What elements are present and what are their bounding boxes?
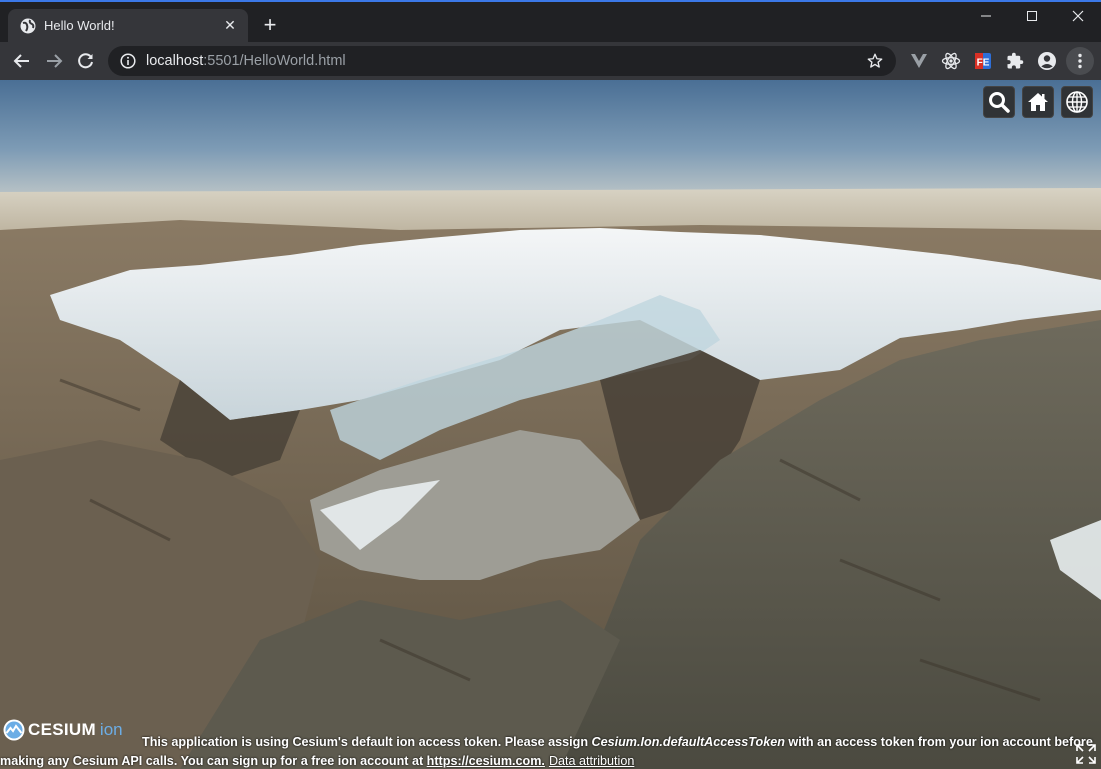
credit-line2-prefix: making any Cesium API calls. You can sig… xyxy=(0,754,427,768)
credit-line1-suffix: with an access token from your ion accou… xyxy=(784,735,1093,749)
vue-devtools-icon[interactable] xyxy=(907,49,931,73)
tab-title: Hello World! xyxy=(44,18,115,33)
more-vertical-icon xyxy=(1078,53,1082,69)
arrow-left-icon xyxy=(13,54,29,68)
new-tab-button[interactable]: + xyxy=(258,14,282,38)
home-icon xyxy=(1028,93,1048,111)
cesium-logo-icon xyxy=(3,719,25,741)
credit-line-1: This application is using Cesium's defau… xyxy=(142,732,1093,752)
minimize-button[interactable] xyxy=(963,0,1009,32)
tab-hello-world[interactable]: Hello World! ✕ xyxy=(8,9,248,42)
browser-toolbar: localhost:5501/HelloWorld.html FE xyxy=(0,42,1101,80)
reload-button[interactable] xyxy=(72,47,100,75)
search-icon xyxy=(989,92,1010,113)
address-bar[interactable]: localhost:5501/HelloWorld.html xyxy=(108,46,896,76)
scene-mode-button[interactable] xyxy=(1061,86,1093,118)
globe-icon xyxy=(1066,91,1088,113)
data-attribution-link[interactable]: Data attribution xyxy=(549,754,634,768)
credit-line-2: making any Cesium API calls. You can sig… xyxy=(0,751,634,769)
react-devtools-icon[interactable] xyxy=(939,49,963,73)
home-view-button[interactable] xyxy=(1022,86,1054,118)
terrain-scene[interactable] xyxy=(0,80,1101,769)
profile-icon[interactable] xyxy=(1035,49,1059,73)
bookmark-star-icon[interactable] xyxy=(866,52,884,70)
cesium-link[interactable]: https://cesium.com. xyxy=(427,754,545,768)
close-window-button[interactable] xyxy=(1055,0,1101,32)
browser-window: Hello World! ✕ + localhost:5501/HelloWor… xyxy=(0,0,1101,769)
url-host: localhost xyxy=(146,53,204,69)
url-path: :5501/HelloWorld.html xyxy=(203,53,346,69)
cesium-viewer[interactable]: CESIUM ion This application is using Ces… xyxy=(0,80,1101,769)
back-button[interactable] xyxy=(8,47,36,75)
tab-close-icon[interactable]: ✕ xyxy=(222,17,238,34)
tab-strip: Hello World! ✕ + xyxy=(0,0,1101,42)
credit-line1-prefix: This application is using Cesium's defau… xyxy=(142,735,592,749)
globe-icon xyxy=(20,18,36,34)
info-icon[interactable] xyxy=(120,53,136,69)
credit-code: Cesium.Ion.defaultAccessToken xyxy=(591,735,785,749)
maximize-button[interactable] xyxy=(1009,0,1055,32)
url-text[interactable]: localhost:5501/HelloWorld.html xyxy=(146,53,866,69)
fe-helper-icon[interactable]: FE xyxy=(971,49,995,73)
puzzle-icon[interactable] xyxy=(1003,49,1027,73)
ion-wordmark: ion xyxy=(99,720,123,739)
expand-icon xyxy=(1076,744,1096,764)
fullscreen-button[interactable] xyxy=(1074,742,1098,766)
forward-button[interactable] xyxy=(40,47,68,75)
browser-menu-button[interactable] xyxy=(1066,47,1094,75)
reload-icon xyxy=(78,53,93,69)
cesium-ion-logo[interactable]: CESIUM ion xyxy=(2,717,123,743)
cesium-wordmark: CESIUM xyxy=(28,720,96,739)
svg-text:FE: FE xyxy=(977,58,990,69)
geocoder-search-button[interactable] xyxy=(983,86,1015,118)
arrow-right-icon xyxy=(47,54,63,68)
